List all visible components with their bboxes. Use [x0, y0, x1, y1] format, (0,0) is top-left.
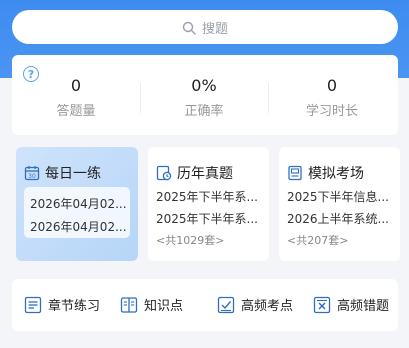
book-icon	[120, 296, 138, 314]
card-title: 历年真题	[177, 166, 233, 182]
mock-exam-count: <共207套>	[287, 234, 349, 247]
search-icon	[182, 20, 196, 35]
card-header: 模拟考场	[287, 163, 364, 183]
exam-paper-icon	[287, 165, 303, 181]
stat-value: 0%	[191, 76, 217, 95]
stat-answer-count: 0 答题量	[12, 75, 140, 119]
card-header: 30 每日一练	[24, 163, 101, 183]
past-exams-card[interactable]: 历年真题 2025年下半年系... 2025年下半年系... <共1029套>	[148, 147, 269, 261]
stat-label: 答题量	[56, 104, 96, 119]
stat-label: 学习时长	[305, 104, 358, 119]
frequent-points-button[interactable]: 高频考点	[217, 295, 293, 314]
tool-label: 章节练习	[48, 299, 101, 314]
mock-exam-card[interactable]: 模拟考场 2025下半年信息... 2026上半年系统... <共207套>	[279, 147, 400, 261]
check-box-icon	[217, 296, 235, 314]
daily-practice-card[interactable]: 30 每日一练 2026年04月02... 2026年04月02...	[16, 147, 138, 261]
daily-item[interactable]: 2026年04月02...	[30, 195, 126, 212]
tools-panel: 章节练习 知识点 高频考点 高频错题	[12, 279, 398, 331]
stats-panel: ? 0 答题量 0% 正确率 0 学习时长	[12, 55, 398, 135]
daily-item[interactable]: 2026年04月02...	[30, 218, 126, 235]
tool-label: 高频错题	[337, 299, 390, 314]
mock-exam-item[interactable]: 2025下半年信息...	[287, 188, 393, 205]
calendar-icon: 30	[24, 165, 40, 181]
mock-exam-item[interactable]: 2026上半年系统...	[287, 210, 393, 227]
stat-accuracy: 0% 正确率	[140, 75, 268, 119]
list-icon	[24, 296, 42, 314]
knowledge-points-button[interactable]: 知识点	[120, 295, 183, 314]
past-exam-count: <共1029套>	[156, 234, 225, 247]
svg-text:30: 30	[28, 173, 36, 180]
search-bar[interactable]: 搜题	[12, 10, 398, 44]
x-box-icon	[313, 296, 331, 314]
card-header: 历年真题	[156, 163, 233, 183]
frequent-mistakes-button[interactable]: 高频错题	[313, 295, 389, 314]
stat-value: 0	[70, 76, 82, 95]
stat-label: 正确率	[184, 104, 224, 119]
card-title: 模拟考场	[308, 166, 364, 182]
stat-value: 0	[326, 76, 338, 95]
daily-list: 2026年04月02... 2026年04月02...	[24, 187, 130, 238]
card-title: 每日一练	[45, 166, 101, 182]
past-exam-item[interactable]: 2025年下半年系...	[156, 210, 262, 227]
stat-study-time: 0 学习时长	[268, 75, 396, 119]
past-exam-item[interactable]: 2025年下半年系...	[156, 188, 262, 205]
clock-document-icon	[156, 165, 172, 181]
tool-label: 高频考点	[241, 299, 294, 314]
tool-label: 知识点	[144, 299, 184, 314]
chapter-practice-button[interactable]: 章节练习	[24, 295, 100, 314]
search-placeholder: 搜题	[201, 21, 228, 37]
